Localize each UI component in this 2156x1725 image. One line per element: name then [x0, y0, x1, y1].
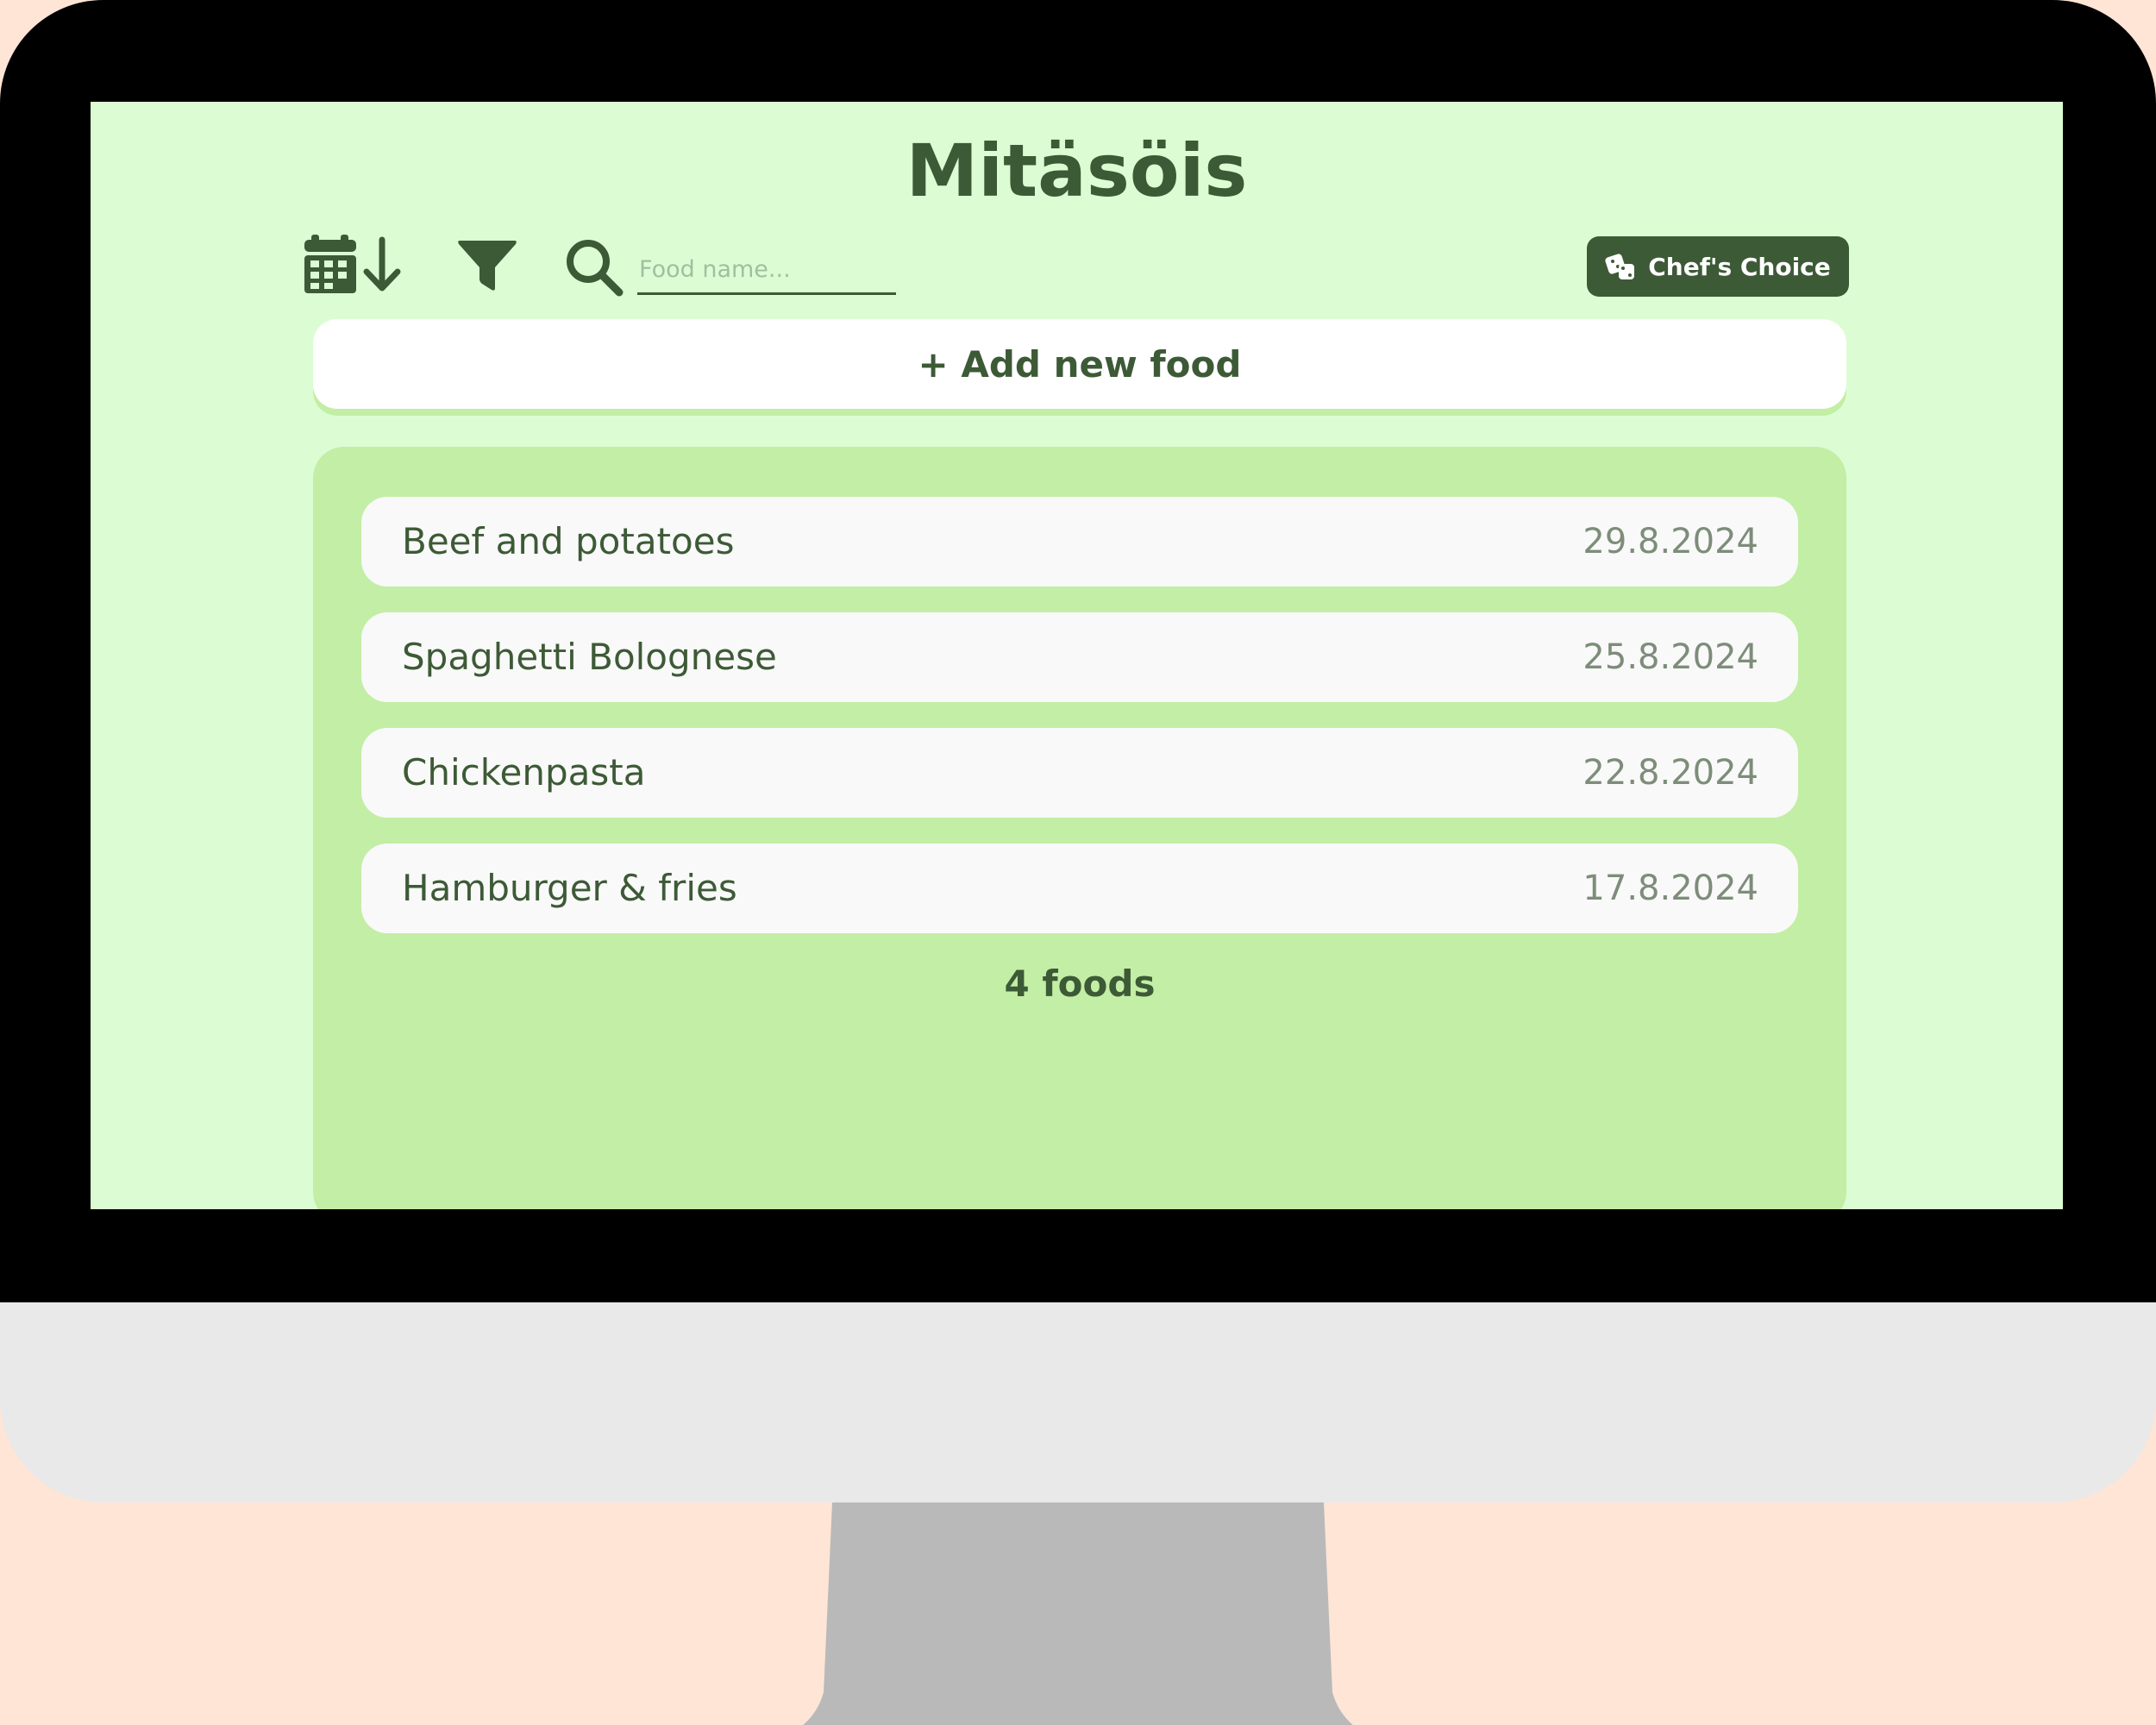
- calendar-sort-icon[interactable]: [304, 233, 408, 295]
- dice-icon: [1605, 254, 1635, 279]
- monitor-chin: [0, 1302, 2156, 1502]
- chefs-choice-button[interactable]: Chef's Choice: [1587, 236, 1849, 297]
- food-list-item[interactable]: Beef and potatoes 29.8.2024: [361, 497, 1798, 586]
- add-new-food-button[interactable]: + Add new food: [313, 319, 1846, 409]
- food-date: 25.8.2024: [1583, 637, 1758, 677]
- food-name: Chickenpasta: [402, 751, 646, 794]
- food-date: 29.8.2024: [1583, 522, 1758, 561]
- food-list-item[interactable]: Chickenpasta 22.8.2024: [361, 728, 1798, 818]
- filter-icon[interactable]: [457, 238, 517, 292]
- food-name: Spaghetti Bolognese: [402, 636, 777, 678]
- food-date: 22.8.2024: [1583, 753, 1758, 793]
- app-screen: Mitäsöis Chef's Choice: [91, 102, 2063, 1209]
- food-count: 4 foods: [1004, 963, 1156, 1005]
- search-input[interactable]: [637, 247, 896, 295]
- app-title: Mitäsöis: [906, 129, 1248, 213]
- food-list-item[interactable]: Spaghetti Bolognese 25.8.2024: [361, 612, 1798, 702]
- search-icon[interactable]: [565, 238, 624, 297]
- food-list-panel: Beef and potatoes 29.8.2024 Spaghetti Bo…: [313, 447, 1846, 1209]
- food-list: Beef and potatoes 29.8.2024 Spaghetti Bo…: [361, 497, 1798, 959]
- food-name: Hamburger & fries: [402, 867, 737, 909]
- food-date: 17.8.2024: [1583, 869, 1758, 908]
- food-name: Beef and potatoes: [402, 520, 735, 562]
- chefs-choice-label: Chef's Choice: [1648, 252, 1831, 281]
- food-list-item[interactable]: Hamburger & fries 17.8.2024: [361, 844, 1798, 933]
- monitor-stand: [803, 1502, 1353, 1725]
